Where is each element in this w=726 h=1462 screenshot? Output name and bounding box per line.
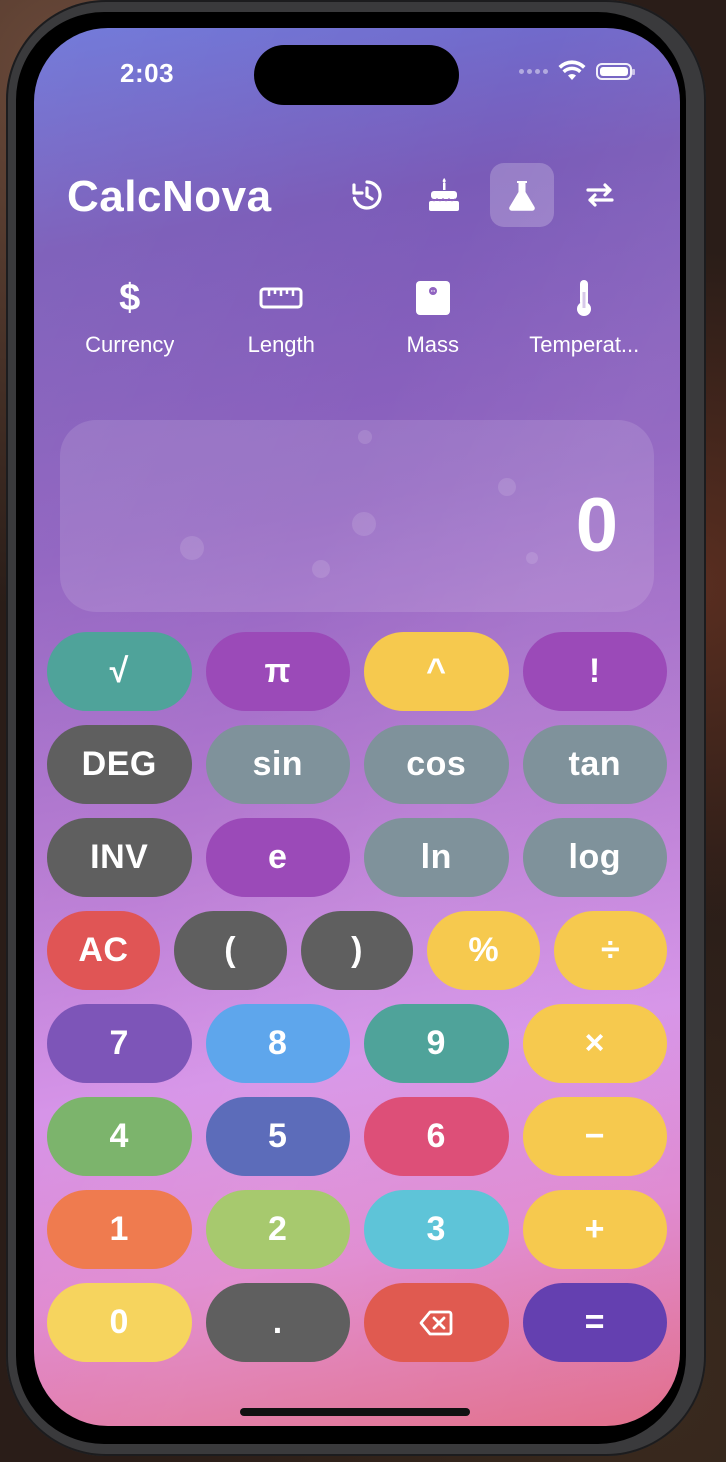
keypad-row: 0 . =: [47, 1283, 667, 1362]
keypad-row: 7 8 9 ×: [47, 1004, 667, 1083]
battery-icon: [596, 62, 635, 80]
converter-currency[interactable]: $ Currency: [55, 276, 205, 358]
cellular-signal-icon: [519, 68, 548, 74]
keypad-row: INV e ln log: [47, 818, 667, 897]
decor-bubble: [352, 512, 376, 536]
percent-key[interactable]: %: [427, 911, 541, 990]
dynamic-island: [254, 45, 459, 105]
digit-0-key[interactable]: 0: [47, 1283, 192, 1362]
decor-bubble: [312, 560, 330, 578]
converter-label: Length: [247, 332, 315, 357]
tan-key[interactable]: tan: [522, 725, 667, 804]
digit-2-key[interactable]: 2: [205, 1190, 350, 1269]
scale-icon: [415, 278, 451, 318]
clear-key[interactable]: AC: [47, 911, 160, 990]
close-paren-key[interactable]: ): [300, 911, 414, 990]
decimal-key[interactable]: .: [205, 1283, 350, 1362]
keypad-row: DEG sin cos tan: [47, 725, 667, 804]
birthday-cake-icon: [429, 178, 459, 211]
deg-key[interactable]: DEG: [47, 725, 192, 804]
pi-key[interactable]: π: [205, 632, 350, 711]
swap-arrows-icon: [586, 183, 614, 207]
decor-bubble: [526, 552, 538, 564]
keypad: √ π ^ ! DEG sin cos tan INV e ln log AC …: [47, 632, 667, 1376]
display-value: 0: [575, 483, 618, 568]
inv-key[interactable]: INV: [47, 818, 192, 897]
converter-label: Mass: [406, 332, 460, 357]
euler-key[interactable]: e: [205, 818, 350, 897]
ln-key[interactable]: ln: [364, 818, 509, 897]
sqrt-key[interactable]: √: [47, 632, 192, 711]
digit-8-key[interactable]: 8: [205, 1004, 350, 1083]
open-paren-key[interactable]: (: [173, 911, 287, 990]
divide-key[interactable]: ÷: [554, 911, 667, 990]
digit-4-key[interactable]: 4: [47, 1097, 192, 1176]
scientific-mode-button[interactable]: [490, 163, 554, 227]
log-key[interactable]: log: [522, 818, 667, 897]
sin-key[interactable]: sin: [205, 725, 350, 804]
keypad-row: AC ( ) % ÷: [47, 911, 667, 990]
keypad-row: √ π ^ !: [47, 632, 667, 711]
cos-key[interactable]: cos: [364, 725, 509, 804]
history-button[interactable]: [334, 163, 398, 227]
factorial-key[interactable]: !: [522, 632, 667, 711]
decor-bubble: [358, 430, 372, 444]
app-screen: 2:03 CalcNova $ Currency Length Mass Tem…: [34, 28, 680, 1426]
digit-5-key[interactable]: 5: [205, 1097, 350, 1176]
app-title: CalcNova: [67, 172, 272, 221]
digit-9-key[interactable]: 9: [364, 1004, 509, 1083]
converter-temperature[interactable]: Temperat...: [509, 278, 659, 358]
converter-shortcuts: $ Currency Length Mass Temperat...: [34, 276, 680, 358]
thermometer-icon: [573, 278, 595, 318]
subtract-key[interactable]: −: [522, 1097, 667, 1176]
status-time: 2:03: [120, 58, 175, 88]
power-key[interactable]: ^: [364, 632, 509, 711]
digit-6-key[interactable]: 6: [364, 1097, 509, 1176]
result-display: 0: [60, 420, 654, 612]
history-icon: [352, 180, 382, 210]
converter-label: Currency: [85, 332, 175, 357]
mode-toolbar: [334, 163, 632, 227]
decor-bubble: [498, 478, 516, 496]
home-indicator[interactable]: [240, 1408, 470, 1416]
wifi-icon: [558, 60, 586, 80]
digit-7-key[interactable]: 7: [47, 1004, 192, 1083]
multiply-key[interactable]: ×: [522, 1004, 667, 1083]
converter-label: Temperat...: [529, 332, 640, 357]
converter-length[interactable]: Length: [206, 278, 356, 358]
age-calculator-button[interactable]: [412, 163, 476, 227]
add-key[interactable]: +: [522, 1190, 667, 1269]
digit-1-key[interactable]: 1: [47, 1190, 192, 1269]
flask-icon: [509, 181, 535, 211]
keypad-row: 4 5 6 −: [47, 1097, 667, 1176]
converter-mass[interactable]: Mass: [358, 278, 508, 358]
status-indicators: [519, 60, 635, 82]
keypad-row: 1 2 3 +: [47, 1190, 667, 1269]
digit-3-key[interactable]: 3: [364, 1190, 509, 1269]
backspace-icon: [419, 1310, 453, 1335]
equals-key[interactable]: =: [522, 1283, 667, 1362]
ruler-icon: [259, 278, 303, 318]
backspace-key[interactable]: [364, 1283, 509, 1362]
dollar-icon: $: [119, 276, 141, 319]
decor-bubble: [180, 536, 204, 560]
converter-button[interactable]: [568, 163, 632, 227]
